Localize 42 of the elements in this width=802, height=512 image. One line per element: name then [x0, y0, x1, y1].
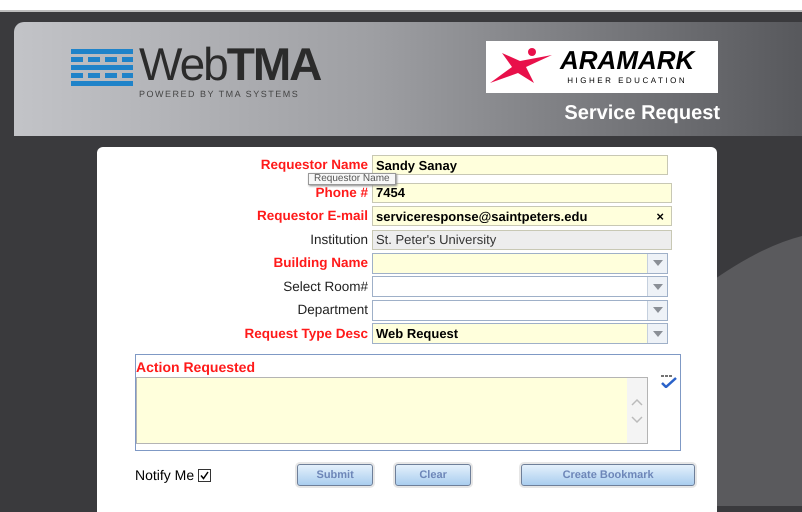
field-label: Request Type Desc [243, 324, 369, 343]
scrollbar[interactable] [627, 378, 647, 443]
tooltip: Requestor Name [308, 173, 396, 185]
field-value: Sandy Sanay [376, 158, 457, 172]
field-label: Building Name [272, 254, 369, 272]
field-value: 7454 [376, 186, 405, 200]
checkmark-icon [200, 470, 210, 480]
dropdown-arrow-icon [652, 307, 662, 314]
dropdown-arrow-icon [652, 260, 662, 266]
action-textarea[interactable] [136, 377, 648, 444]
notify-checkbox[interactable] [198, 468, 212, 482]
dropdown-arrow-icon [652, 284, 662, 290]
clear-button[interactable]: × [652, 210, 668, 223]
text-field[interactable]: Sandy Sanay [372, 155, 668, 176]
scroll-down-icon[interactable] [631, 416, 643, 422]
field-label: Department [296, 301, 369, 320]
partner-subtitle: HIGHER EDUCATION [567, 75, 688, 87]
partner-name: ARAMARK [560, 47, 694, 73]
dropdown-field[interactable] [372, 300, 668, 321]
grid-logo-icon [71, 49, 133, 87]
dropdown-arrow-icon [652, 330, 662, 337]
page-title: Service Request [564, 101, 720, 126]
logo-tagline: POWERED BY TMA SYSTEMS [139, 88, 300, 101]
logo-text: TMA [226, 41, 320, 87]
field-label: Requestor E-mail [256, 207, 369, 226]
dropdown-field[interactable]: Web Request [372, 323, 668, 344]
text-field[interactable]: serviceresponse@saintpeters.edu × [372, 206, 672, 226]
scroll-up-icon[interactable] [631, 398, 643, 406]
field-label: Phone # [314, 184, 369, 202]
field-label: Institution [309, 230, 369, 249]
notify-label: Notify Me [135, 466, 194, 485]
spellcheck-icon[interactable] [659, 374, 677, 388]
field-value: serviceresponse@saintpeters.edu [376, 210, 588, 223]
field-value: Web Request [376, 327, 458, 340]
field-label: Select Room# [282, 278, 369, 296]
action-label: Action Requested [136, 360, 256, 374]
dropdown-field[interactable] [372, 276, 668, 298]
dropdown-field[interactable] [372, 252, 668, 274]
logo-text: Web [139, 41, 227, 87]
field-value: St. Peter's University [376, 233, 496, 246]
field-label: Requestor Name [260, 156, 369, 174]
text-field[interactable]: 7454 [372, 182, 672, 203]
